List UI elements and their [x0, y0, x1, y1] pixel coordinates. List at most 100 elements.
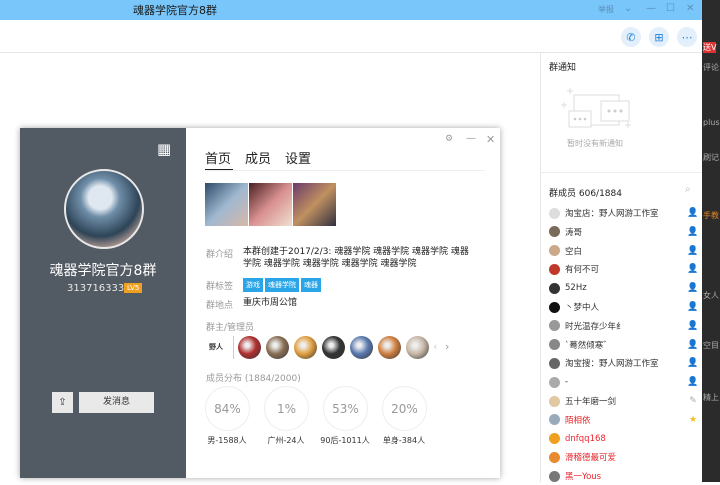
background-text-fragment: 空目: [703, 341, 719, 350]
next-arrow-icon[interactable]: ›: [445, 340, 449, 353]
owner-star-icon: ★: [688, 414, 698, 425]
admin-avatar[interactable]: [266, 336, 289, 359]
window-title: 魂器学院官方8群: [133, 4, 217, 17]
stat-circle: 1%: [264, 386, 309, 431]
member-name: 空白: [565, 246, 583, 257]
member-list-item[interactable]: 黑一Yous: [549, 467, 699, 485]
member-avatar: [549, 357, 560, 369]
member-avatar: [549, 320, 560, 332]
settings-icon[interactable]: ⚙: [445, 134, 453, 144]
tag[interactable]: 魂器学院: [265, 278, 299, 292]
member-avatar: [549, 433, 560, 445]
admin-avatar[interactable]: [406, 336, 429, 359]
empty-notice-icon: [561, 88, 631, 128]
member-icon: 👤: [687, 226, 699, 237]
background-text-fragment: 手教: [703, 211, 719, 220]
member-avatar: [549, 395, 560, 407]
tags-list: 游戏 魂器学院 魂器: [243, 278, 323, 292]
member-list-item[interactable]: 丶梦中人 👤: [549, 298, 699, 316]
send-message-button[interactable]: 发消息: [79, 392, 154, 413]
location-value: 重庆市周公馆: [243, 298, 298, 308]
member-name: -: [565, 377, 569, 388]
share-button[interactable]: ⇪: [52, 392, 73, 413]
qr-code-icon[interactable]: ▦: [157, 140, 171, 158]
member-icon: 👤: [687, 358, 699, 369]
member-list-item[interactable]: 有何不可 👤: [549, 260, 699, 278]
member-name: 黑一Yous: [565, 472, 602, 483]
notice-title: 群通知: [549, 63, 577, 73]
member-list-item[interactable]: 时光温存少年纟 👤: [549, 317, 699, 335]
background-text-fragment: 刷记: [703, 153, 719, 162]
divider: [233, 336, 234, 359]
member-list-item[interactable]: `蓦然倾寒゛ 👤: [549, 336, 699, 354]
album-photo[interactable]: [249, 183, 292, 226]
admin-logo[interactable]: 野人: [209, 342, 223, 352]
member-list-item[interactable]: 涛哥 👤: [549, 223, 699, 241]
album-photo[interactable]: [205, 183, 248, 226]
minimize-icon[interactable]: —: [646, 3, 656, 14]
group-id: 313716333: [67, 283, 125, 294]
maximize-icon[interactable]: ☐: [666, 3, 675, 14]
member-name: 涛哥: [565, 227, 583, 238]
add-chat-icon[interactable]: ⊞: [649, 27, 669, 47]
minimize-icon[interactable]: —: [466, 133, 476, 144]
member-list-item[interactable]: 滑稽德最可爱: [549, 448, 699, 466]
member-name: 52Hz: [565, 283, 587, 294]
tab-settings[interactable]: 设置: [285, 148, 311, 167]
admin-avatar[interactable]: [378, 336, 401, 359]
album-photo[interactable]: [293, 183, 336, 226]
member-list-item[interactable]: 淘宝店：野人网游工作室 👤: [549, 204, 699, 222]
intro-label: 群介绍: [206, 250, 234, 260]
search-icon[interactable]: ⌕: [685, 184, 691, 195]
admin-avatar[interactable]: [294, 336, 317, 359]
member-avatar: [549, 451, 560, 463]
member-name: `蓦然倾寒゛: [565, 340, 612, 351]
member-icon: 👤: [687, 302, 699, 312]
member-icon: 👤: [687, 264, 699, 275]
member-icon: 👤: [687, 377, 699, 388]
group-profile-card: ▦ 魂器学院官方8群 313716333 LV5 ⇪ 发消息 ⚙ — ✕ 首页 …: [20, 128, 500, 478]
background-text-fragment: 精上: [703, 393, 719, 402]
member-avatar: [549, 226, 560, 238]
tag[interactable]: 魂器: [301, 278, 321, 292]
member-list-item[interactable]: 空白 👤: [549, 242, 699, 260]
background-text-fragment: 女人: [703, 291, 719, 300]
intro-text: 本群创建于2017/2/3: 魂器学院 魂器学院 魂器学院 魂器学院 魂器学院 …: [243, 247, 469, 269]
tab-home[interactable]: 首页: [205, 148, 231, 167]
report-button[interactable]: 举报: [598, 4, 614, 15]
prev-arrow-icon[interactable]: ‹: [433, 340, 437, 353]
divider: [541, 172, 703, 173]
admin-avatar[interactable]: [350, 336, 373, 359]
admin-icon: 👤: [687, 339, 699, 350]
member-name: 滑稽德最可爱: [565, 453, 617, 464]
member-list-item[interactable]: 五十年磨一剑 ✎: [549, 392, 699, 410]
admin-avatar[interactable]: [238, 336, 261, 359]
member-icon: 👤: [687, 245, 699, 256]
member-avatar: [549, 245, 560, 257]
member-list-item[interactable]: dnfqq168: [549, 430, 699, 448]
stat-circle: 20%: [382, 386, 427, 431]
member-icon: 👤: [687, 320, 699, 331]
member-name: 五十年磨一剑: [565, 397, 617, 407]
phone-icon[interactable]: ✆: [621, 27, 641, 47]
member-list-item[interactable]: - 👤: [549, 373, 699, 391]
more-icon[interactable]: ⋯: [677, 27, 697, 47]
tab-members[interactable]: 成员: [245, 148, 271, 167]
chevron-down-icon[interactable]: ⌄: [624, 3, 632, 14]
stat-circle: 53%: [323, 386, 368, 431]
stat-label: 男-1588人: [207, 436, 247, 445]
member-avatar: [549, 339, 560, 351]
member-list-item[interactable]: 陌相依 ★: [549, 411, 699, 429]
member-name: dnfqq168: [565, 433, 606, 444]
empty-notice-text: 暂时没有新通知: [567, 139, 623, 148]
member-name: 丶梦中人: [565, 303, 600, 313]
close-icon[interactable]: ✕: [686, 3, 694, 14]
member-list-item[interactable]: 52Hz 👤: [549, 279, 699, 297]
admin-avatar[interactable]: [322, 336, 345, 359]
tag[interactable]: 游戏: [243, 278, 263, 292]
divider: [205, 170, 485, 171]
close-icon[interactable]: ✕: [486, 133, 495, 146]
member-list-item[interactable]: 淘宝搜：野人网游工作室 👤: [549, 354, 699, 372]
share-icon: ⇪: [58, 397, 67, 408]
member-avatar: [549, 282, 560, 294]
